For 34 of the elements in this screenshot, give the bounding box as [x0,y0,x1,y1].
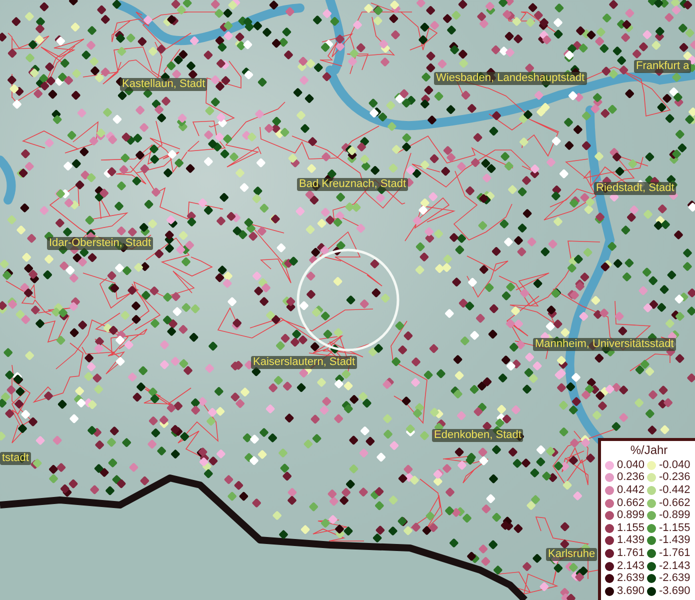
legend-title: %/Jahr [629,444,669,456]
place-label: Kaiserslautern, Stadt [251,356,358,369]
place-label: Karlsruhe [546,548,598,561]
legend-value: 3.690 [616,586,646,597]
place-label: Kastellaun, Stadt [120,78,208,91]
legend-value: -0.040 [658,460,689,471]
place-label: Mannheim, Universitätsstadt [533,338,676,351]
legend-value: 0.899 [616,510,646,522]
place-label: Edenkoben, Stadt [432,429,524,442]
legend-value: -2.143 [658,560,689,572]
legend-value: -1.439 [658,535,689,546]
legend-value: 2.639 [616,573,646,584]
legend-value: 1.761 [616,548,646,559]
legend-value: -0.442 [658,484,689,496]
place-label: Frankfurt a [634,60,692,73]
place-label: Idar-Oberstein, Stadt [47,237,154,250]
legend-value: -3.690 [658,586,689,597]
legend-value: 0.662 [616,498,646,509]
legend-value: 0.040 [616,460,646,471]
legend-value: 2.143 [616,560,646,572]
legend-value: 1.155 [616,522,646,534]
legend-value: -0.899 [658,510,689,522]
legend-value: -1.155 [658,522,689,534]
legend-value: 1.439 [616,535,646,546]
legend-value: -1.761 [658,548,689,559]
legend-value: 0.236 [616,472,646,484]
legend-value: 0.442 [616,484,646,496]
place-label: Bad Kreuznach, Stadt [297,178,408,191]
legend-value: -0.236 [658,472,689,484]
place-label: Riedstadt, Stadt [594,182,676,195]
place-label: tstadt [0,452,31,465]
legend-value: -2.639 [658,573,689,584]
place-label: Wiesbaden, Landeshauptstadt [434,72,587,85]
legend-value: -0.662 [658,498,689,509]
